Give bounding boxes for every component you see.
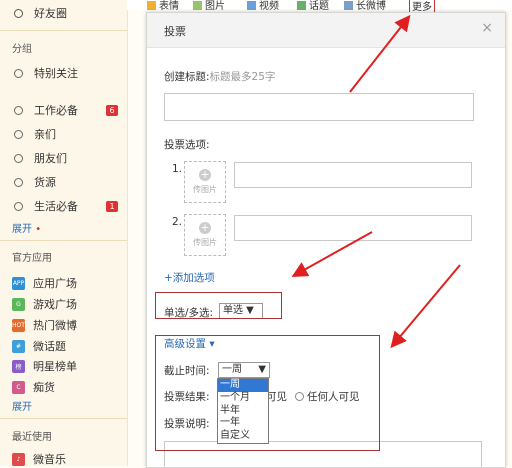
arrow-to-advanced bbox=[390, 264, 461, 349]
arrow-to-single-multi bbox=[291, 231, 373, 277]
annotation-arrows bbox=[291, 14, 461, 349]
arrow-to-more bbox=[349, 14, 411, 93]
